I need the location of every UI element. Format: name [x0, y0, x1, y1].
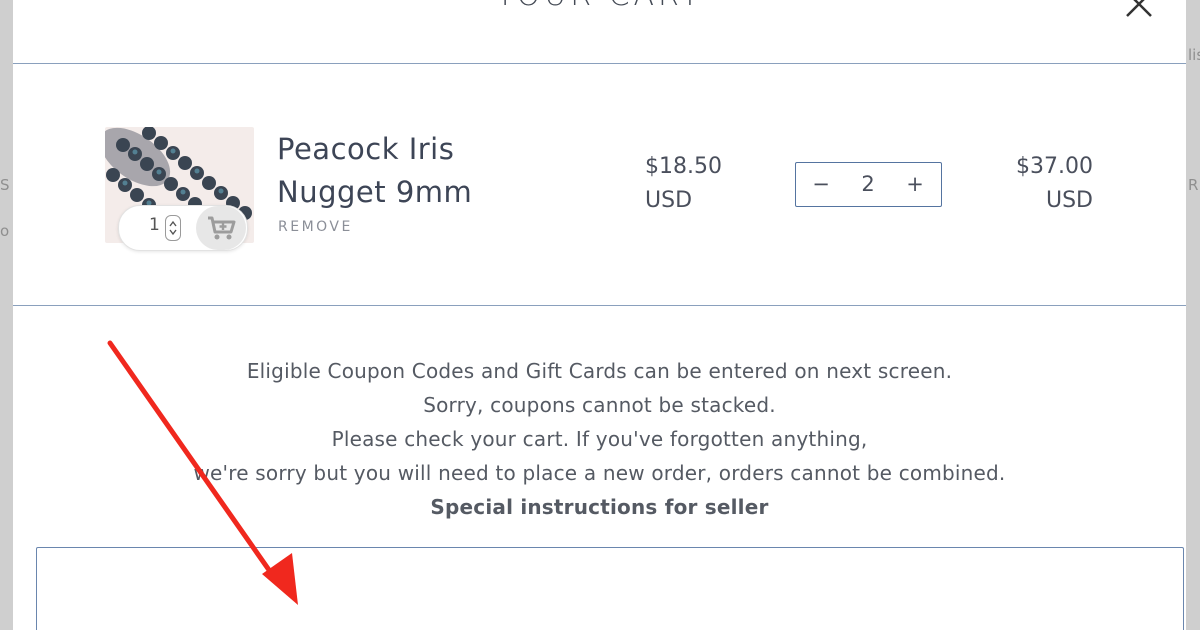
backdrop-text: o: [0, 222, 10, 240]
decrease-quantity-button[interactable]: −: [804, 163, 838, 206]
line-total: $37.00 USD: [973, 150, 1093, 218]
unit-price: $18.50 USD: [645, 150, 765, 218]
page-backdrop-left: S o: [0, 0, 13, 630]
backdrop-text: S: [0, 176, 10, 194]
notice-text: Please check your cart. If you've forgot…: [331, 427, 868, 451]
line-total-currency: USD: [1045, 188, 1093, 213]
close-button[interactable]: [1121, 0, 1157, 22]
divider: [13, 63, 1186, 64]
divider: [13, 305, 1186, 306]
notice-text: we're sorry but you will need to place a…: [193, 461, 1006, 485]
unit-price-amount: $18.50: [645, 154, 722, 179]
remove-link[interactable]: REMOVE: [278, 219, 353, 235]
backdrop-text: R: [1188, 176, 1199, 194]
increase-quantity-button[interactable]: +: [898, 163, 932, 206]
product-name-line: Peacock Iris: [277, 132, 455, 166]
product-name[interactable]: Peacock Iris Nugget 9mm: [277, 128, 537, 214]
cart-notes: Eligible Coupon Codes and Gift Cards can…: [13, 354, 1186, 524]
backdrop-text: lis: [1188, 46, 1200, 64]
quantity-spinner[interactable]: [165, 215, 181, 241]
special-instructions-label: Special instructions for seller: [430, 495, 769, 519]
notice-text: Sorry, coupons cannot be stacked.: [423, 393, 776, 417]
line-total-amount: $37.00: [1016, 154, 1093, 179]
quick-add-widget: 1: [118, 205, 248, 251]
unit-price-currency: USD: [645, 188, 693, 213]
spinner-arrows-icon: [169, 220, 177, 236]
quick-add-quantity[interactable]: 1: [149, 215, 160, 235]
product-name-line: Nugget 9mm: [277, 175, 473, 209]
quantity-stepper: − 2 +: [795, 162, 942, 207]
cart-title: YOUR CART: [13, 0, 1186, 13]
close-icon: [1126, 0, 1152, 17]
notice-text: Eligible Coupon Codes and Gift Cards can…: [246, 359, 953, 383]
add-to-cart-button[interactable]: [196, 206, 246, 250]
page-backdrop-right: lis R: [1186, 0, 1200, 630]
cart-plus-icon: [208, 216, 236, 240]
cart-modal: YOUR CART: [13, 0, 1186, 630]
quantity-input[interactable]: 2: [848, 163, 888, 206]
special-instructions-textarea[interactable]: [36, 547, 1184, 630]
